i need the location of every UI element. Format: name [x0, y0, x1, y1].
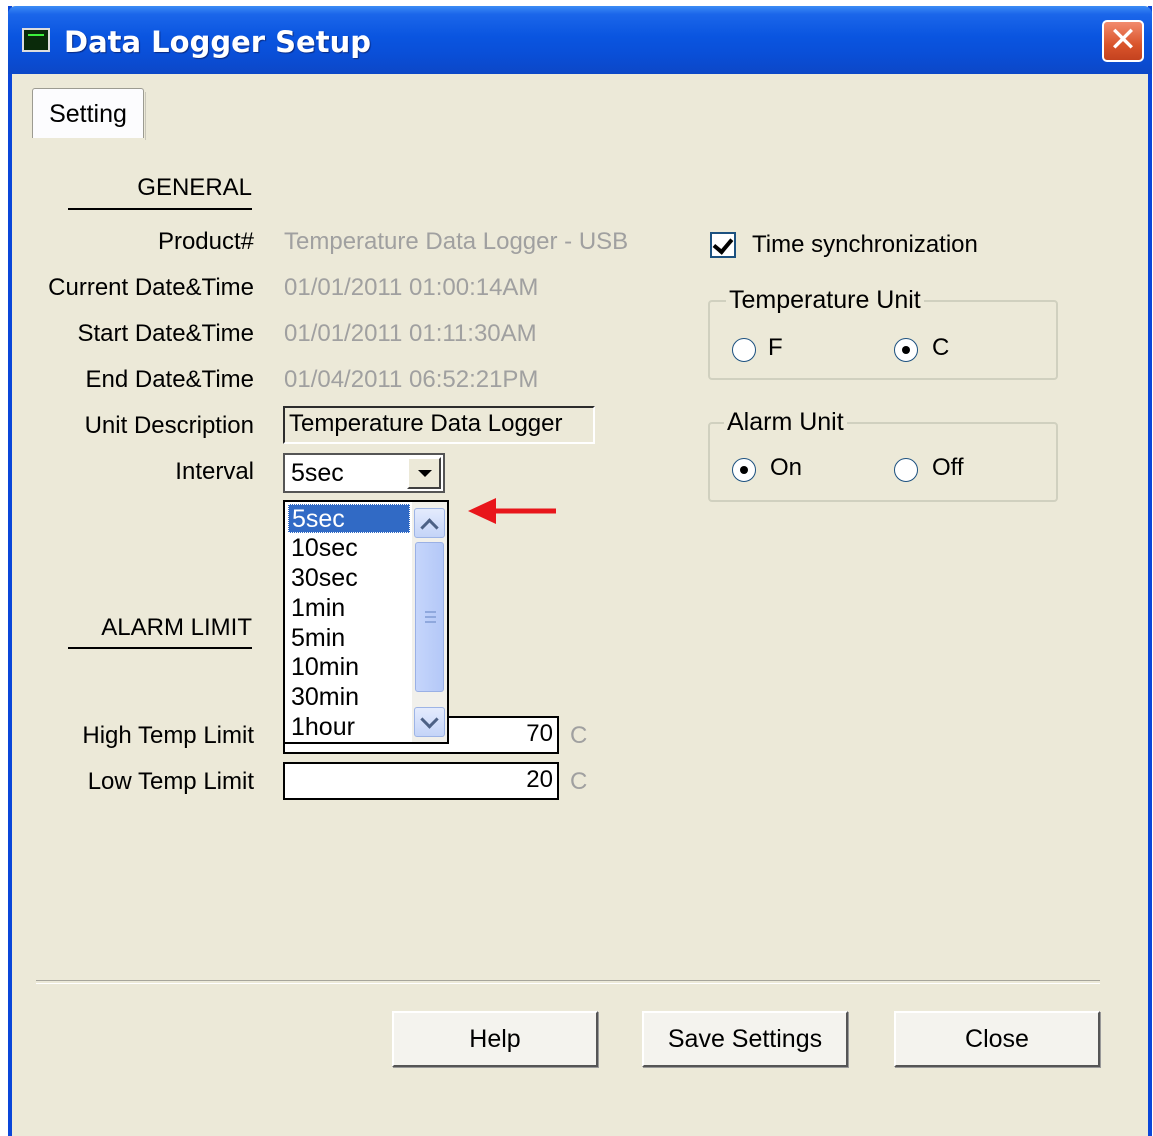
close-window-button[interactable]: ✕ [1102, 20, 1144, 62]
tab-setting[interactable]: Setting [32, 88, 144, 138]
alarm-off-label: Off [932, 454, 964, 481]
alarm-unit-legend: Alarm Unit [724, 408, 847, 437]
interval-option-5min[interactable]: 5min [288, 624, 410, 653]
low-temp-limit-label: Low Temp Limit [87, 768, 254, 795]
alarm-on-label: On [770, 454, 803, 481]
temperature-unit-group: Temperature Unit F C [708, 286, 1058, 380]
alarm-unit-group: Alarm Unit On Off [708, 408, 1058, 502]
interval-label: Interval [175, 458, 254, 485]
tab-divider [145, 92, 146, 140]
time-sync-checkbox[interactable] [710, 232, 736, 258]
temp-unit-f-radio[interactable] [732, 338, 756, 362]
window-title: Data Logger Setup [64, 25, 371, 59]
current-datetime-value: 01/01/2011 01:00:14AM [284, 274, 539, 301]
interval-option-10sec[interactable]: 10sec [288, 534, 410, 563]
unit-description-field[interactable]: Temperature Data Logger [283, 406, 595, 444]
annotation-arrow-icon [468, 498, 556, 524]
high-temp-unit: C [570, 722, 588, 749]
close-button[interactable]: Close [894, 1011, 1100, 1067]
temperature-unit-legend: Temperature Unit [726, 286, 924, 315]
interval-option-1min[interactable]: 1min [288, 594, 410, 623]
unit-description-label: Unit Description [84, 412, 254, 439]
scroll-thumb[interactable] [415, 542, 444, 692]
low-temp-limit-input[interactable]: 20 [283, 762, 559, 800]
time-sync-label: Time synchronization [752, 231, 978, 258]
title-bar[interactable]: Data Logger Setup ✕ [8, 6, 1152, 74]
checkmark-icon [712, 233, 734, 255]
interval-option-5sec[interactable]: 5sec [288, 504, 410, 533]
temp-unit-f-label: F [768, 334, 783, 361]
close-icon: ✕ [1108, 21, 1138, 59]
alarm-limit-section-title: ALARM LIMIT [101, 614, 252, 641]
interval-option-1hour[interactable]: 1hour [288, 713, 410, 742]
end-datetime-value: 01/04/2011 06:52:21PM [284, 366, 539, 393]
chevron-down-icon[interactable] [407, 457, 441, 489]
product-value: Temperature Data Logger - USB [284, 228, 629, 255]
interval-selected-value: 5sec [291, 459, 344, 487]
grip-line [425, 611, 436, 613]
chevron-down-icon [420, 710, 439, 729]
alarm-limit-section-underline [68, 647, 252, 649]
start-datetime-label: Start Date&Time [77, 320, 255, 347]
current-datetime-label: Current Date&Time [48, 274, 254, 301]
interval-option-30sec[interactable]: 30sec [288, 564, 410, 593]
alarm-off-radio[interactable] [894, 458, 918, 482]
interval-option-10min[interactable]: 10min [288, 653, 410, 682]
help-button[interactable]: Help [392, 1011, 598, 1067]
save-settings-button[interactable]: Save Settings [642, 1011, 848, 1067]
grip-line [425, 616, 436, 618]
app-monitor-icon [22, 28, 50, 52]
alarm-on-radio[interactable] [732, 458, 756, 482]
general-section-underline [68, 208, 252, 210]
product-label: Product# [157, 228, 254, 255]
interval-select[interactable]: 5sec [283, 453, 445, 493]
general-section-title: GENERAL [137, 174, 252, 201]
grip-line [425, 621, 436, 623]
chevron-up-icon [420, 518, 439, 537]
scroll-down-button[interactable] [414, 707, 445, 737]
start-datetime-value: 01/01/2011 01:11:30AM [284, 320, 537, 347]
low-temp-unit: C [570, 768, 588, 795]
scroll-up-button[interactable] [414, 508, 445, 538]
interval-dropdown-list: 5sec 10sec 30sec 1min 5min 10min 30min 1… [283, 500, 449, 744]
end-datetime-label: End Date&Time [85, 366, 254, 393]
temp-unit-c-radio[interactable] [894, 338, 918, 362]
high-temp-limit-label: High Temp Limit [82, 722, 254, 749]
dropdown-scrollbar[interactable] [412, 502, 447, 742]
interval-option-30min[interactable]: 30min [288, 683, 410, 712]
temp-unit-c-label: C [932, 334, 950, 361]
button-separator [36, 980, 1100, 984]
